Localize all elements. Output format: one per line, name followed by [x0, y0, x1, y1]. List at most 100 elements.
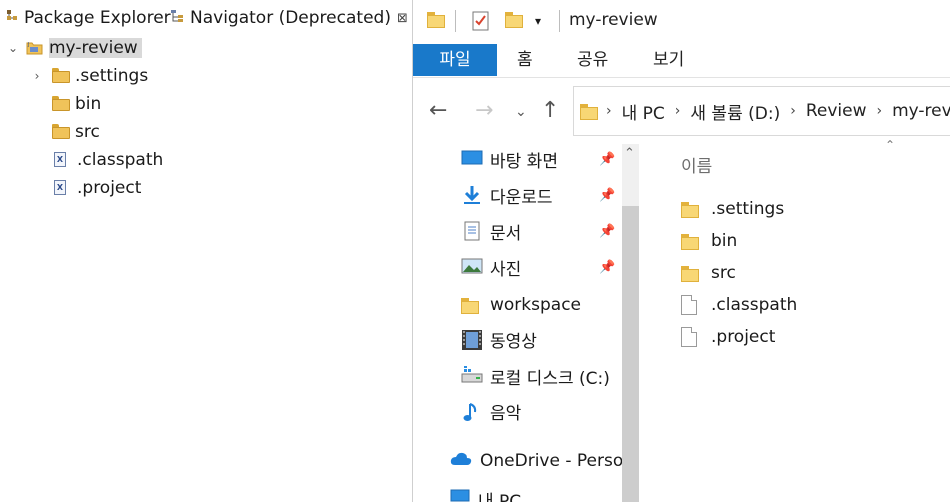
pin-icon[interactable]: 📌	[599, 224, 615, 239]
nav-item-videos[interactable]: 동영상	[461, 324, 537, 354]
svg-text:J: J	[27, 42, 29, 48]
tab-label: Navigator (Deprecated)	[190, 8, 391, 28]
tab-file[interactable]: 파일	[413, 44, 497, 76]
quick-access-toolbar: ▾ my-review	[413, 0, 950, 42]
up-arrow-icon[interactable]: ↑	[541, 98, 559, 123]
file-name: bin	[711, 231, 738, 251]
breadcrumb-review[interactable]: Review	[806, 101, 867, 121]
folder-icon	[681, 263, 699, 283]
chevron-right-icon[interactable]: ›	[876, 103, 882, 119]
nav-item-workspace[interactable]: workspace	[461, 290, 581, 320]
file-explorer-window: ▾ my-review 파일 홈 공유 보기 ← → ⌄ ↑ › 내 PC › …	[412, 0, 950, 502]
nav-item-label: workspace	[490, 295, 582, 315]
tab-package-explorer[interactable]: Package Explorer	[0, 0, 171, 36]
nav-item-label: 사진	[490, 259, 522, 280]
chevron-down-icon[interactable]: ⌄	[6, 41, 20, 55]
desktop-icon	[461, 149, 483, 169]
document-icon	[461, 221, 483, 241]
tab-view[interactable]: 보기	[653, 44, 684, 76]
pin-icon[interactable]: 📌	[599, 260, 615, 275]
breadcrumb-volume[interactable]: 새 볼륨 (D:)	[690, 99, 780, 124]
tree-item-label: my-review	[49, 38, 142, 58]
onedrive-icon	[449, 451, 473, 471]
xml-file-icon: X	[54, 152, 72, 168]
folder-icon	[681, 231, 699, 251]
folder-icon	[681, 199, 699, 219]
folder-icon	[427, 12, 445, 28]
tree-item-settings[interactable]: › .settings	[30, 62, 149, 90]
address-bar-area: ← → ⌄ ↑ › 내 PC › 새 볼륨 (D:) › Review › my…	[413, 80, 950, 144]
file-row[interactable]: bin	[681, 226, 737, 256]
nav-item-label: 내 PC	[478, 491, 522, 502]
tree-item-label: .classpath	[77, 150, 164, 170]
tab-home[interactable]: 홈	[517, 44, 533, 76]
nav-item-label: 문서	[490, 223, 522, 244]
tree-item-label: .settings	[75, 66, 149, 86]
picture-icon	[461, 257, 483, 277]
customize-dropdown-icon[interactable]: ▾	[535, 14, 541, 28]
nav-item-label: 다운로드	[490, 187, 553, 208]
nav-pane-scrollbar[interactable]: ⌃	[622, 144, 639, 502]
pin-icon[interactable]: 📌	[599, 188, 615, 203]
drive-icon	[461, 366, 483, 386]
new-folder-icon[interactable]	[505, 12, 523, 28]
scroll-up-icon[interactable]: ⌃	[624, 146, 635, 161]
file-icon	[681, 327, 699, 347]
chevron-right-icon[interactable]: ›	[675, 103, 681, 119]
project-folder-icon: J	[26, 40, 44, 56]
navigator-icon	[170, 8, 186, 28]
chevron-right-icon[interactable]: ›	[790, 103, 796, 119]
nav-item-downloads[interactable]: 다운로드	[461, 180, 553, 210]
file-list: ⌃ 이름 .settings bin src .classpath .proje…	[639, 138, 950, 502]
nav-item-pictures[interactable]: 사진	[461, 252, 521, 282]
pin-icon[interactable]: 📌	[599, 152, 615, 167]
package-explorer-icon	[6, 8, 20, 28]
back-arrow-icon[interactable]: ←	[429, 98, 447, 123]
nav-item-label: 동영상	[490, 331, 537, 352]
breadcrumb-this-pc[interactable]: 내 PC	[622, 99, 665, 124]
column-header-name[interactable]: 이름	[681, 152, 712, 177]
file-row[interactable]: .classpath	[681, 290, 797, 320]
close-icon[interactable]: ⊠	[397, 11, 408, 26]
forward-arrow-icon[interactable]: →	[475, 98, 493, 123]
properties-icon[interactable]	[471, 10, 491, 36]
tab-share[interactable]: 공유	[577, 44, 608, 76]
nav-item-documents[interactable]: 문서	[461, 216, 521, 246]
nav-item-onedrive[interactable]: OneDrive - Personal	[449, 446, 639, 476]
tree-item-project-file[interactable]: X .project	[54, 174, 141, 202]
file-icon	[681, 295, 699, 315]
nav-item-desktop[interactable]: 바탕 화면	[461, 144, 558, 174]
nav-item-label: 로컬 디스크 (C:)	[490, 368, 610, 389]
folder-icon	[52, 124, 70, 140]
nav-item-local-disk[interactable]: 로컬 디스크 (C:)	[461, 361, 610, 391]
tree-item-src[interactable]: src	[52, 118, 100, 146]
tab-navigator[interactable]: Navigator (Deprecated) ⊠	[168, 0, 408, 36]
nav-item-label: OneDrive - Personal	[480, 451, 639, 471]
file-row[interactable]: src	[681, 258, 736, 288]
address-breadcrumb[interactable]: › 내 PC › 새 볼륨 (D:) › Review › my-review	[573, 86, 950, 136]
file-row[interactable]: .project	[681, 322, 775, 352]
music-icon	[461, 401, 483, 421]
file-name: .settings	[711, 199, 785, 219]
chevron-right-icon[interactable]: ›	[30, 69, 44, 83]
view-tab-bar: Package Explorer Navigator (Deprecated) …	[0, 0, 412, 36]
tree-item-classpath[interactable]: X .classpath	[54, 146, 163, 174]
scrollbar-thumb[interactable]	[622, 206, 639, 502]
folder-icon	[52, 96, 70, 112]
recent-locations-chevron-icon[interactable]: ⌄	[515, 104, 527, 120]
xml-file-icon: X	[54, 180, 72, 196]
breadcrumb-my-review[interactable]: my-review	[892, 101, 950, 121]
sort-ascending-icon: ⌃	[885, 138, 896, 152]
file-name: src	[711, 263, 736, 283]
tree-item-project[interactable]: ⌄ J my-review	[6, 34, 142, 62]
nav-item-music[interactable]: 음악	[461, 396, 521, 426]
navigation-pane: 바탕 화면 📌 다운로드 📌 문서 📌 사진 📌 workspace 동영상 로…	[413, 144, 639, 502]
nav-item-this-pc[interactable]: 내 PC	[449, 484, 521, 502]
file-row[interactable]: .settings	[681, 194, 784, 224]
tree-item-bin[interactable]: bin	[52, 90, 101, 118]
pc-icon	[449, 489, 471, 502]
download-icon	[461, 185, 483, 205]
folder-icon	[461, 295, 483, 315]
chevron-right-icon[interactable]: ›	[606, 103, 612, 119]
folder-icon	[52, 68, 70, 84]
